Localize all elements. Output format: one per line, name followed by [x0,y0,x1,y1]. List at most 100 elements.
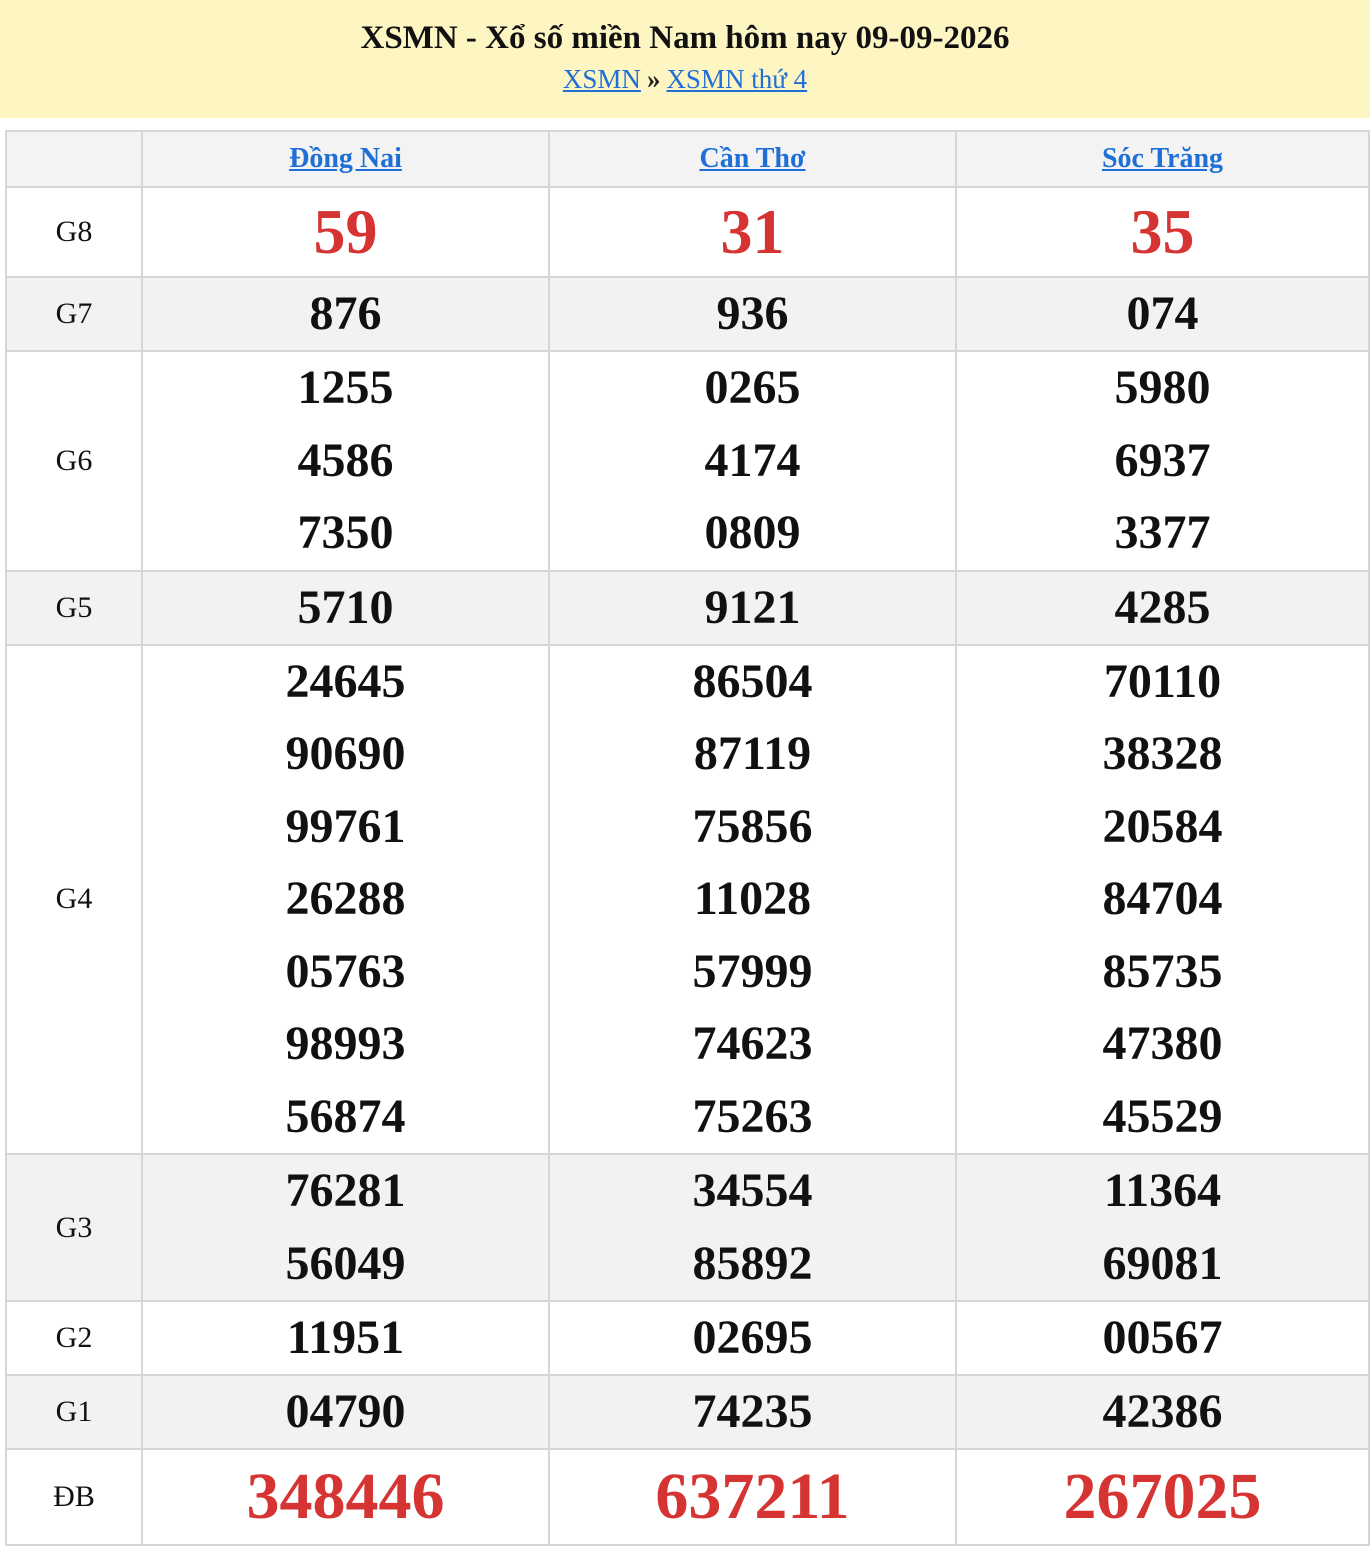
prize-number: 47380 [1102,1017,1223,1070]
prize-label: G4 [5,643,143,1155]
prize-number: 45529 [1102,1089,1223,1143]
province-link-can-tho[interactable]: Cần Thơ [699,143,805,174]
prize-number: 75263 [692,1089,813,1143]
breadcrumb-link-xsmn[interactable]: XSMN [563,64,641,94]
prize-label: G7 [5,276,143,352]
prize-number: 4285 [1114,580,1211,634]
province-header: Đồng Nai [141,130,550,188]
prize-number: 267025 [1063,1460,1262,1533]
prize-label: G3 [5,1153,143,1302]
prize-label: ĐB [5,1448,143,1546]
prize-label: G8 [5,186,143,278]
prize-number: 56049 [285,1236,406,1290]
prize-number: 24645 [285,654,406,708]
prize-cell: 348446 [141,1448,550,1546]
prize-number: 90690 [285,727,406,780]
prize-number: 00567 [1102,1311,1223,1364]
prize-number: 99761 [285,799,406,853]
prize-cell: 31 [548,186,957,278]
province-header: Cần Thơ [548,130,957,188]
prize-cell: 4285 [955,569,1370,646]
prize-number: 57999 [692,944,813,998]
breadcrumb-separator: » [646,64,661,94]
prize-number: 637211 [655,1460,850,1533]
prize-number: 11028 [693,872,812,925]
prize-number: 20584 [1102,799,1223,853]
prize-number: 11364 [1103,1164,1222,1217]
prize-cell: 04790 [141,1374,550,1450]
prize-cell: 5710 [141,569,550,646]
prize-number: 42386 [1102,1385,1223,1438]
prize-cell: 86504 87119 75856 11028 57999 74623 75263 [548,643,957,1155]
prize-number: 02695 [692,1311,813,1364]
prize-number: 74623 [692,1017,813,1070]
prize-cell: 0265 4174 0809 [548,350,957,572]
prize-row-g8: G8 59 31 35 [5,186,1370,278]
prize-cell: 11364 69081 [955,1153,1370,1302]
prize-cell: 02695 [548,1300,957,1376]
prize-number: 5980 [1114,361,1211,414]
prize-row-g2: G2 11951 02695 00567 [5,1300,1370,1376]
prize-cell: 1255 4586 7350 [141,350,550,572]
prize-cell: 42386 [955,1374,1370,1450]
prize-number: 4174 [704,433,801,487]
prize-row-g5: G5 5710 9121 4285 [5,569,1370,646]
prize-label: G6 [5,350,143,572]
prize-row-g1: G1 04790 74235 42386 [5,1374,1370,1450]
prize-number: 84704 [1102,872,1223,925]
prize-row-gdb: ĐB 348446 637211 267025 [5,1448,1370,1546]
province-link-dong-nai[interactable]: Đồng Nai [289,143,402,174]
prize-cell: 24645 90690 99761 26288 05763 98993 56874 [141,643,550,1155]
prize-number: 0265 [704,361,801,414]
table-header-row: Đồng Nai Cần Thơ Sóc Trăng [5,130,1370,188]
prize-cell: 74235 [548,1374,957,1450]
prize-number: 34554 [692,1164,813,1217]
prize-label: G5 [5,569,143,646]
prize-number: 5710 [297,580,394,634]
breadcrumb: XSMN» XSMN thứ 4 [0,62,1370,96]
prize-number: 75856 [692,799,813,853]
prize-number: 74235 [692,1385,813,1438]
prize-row-g6: G6 1255 4586 7350 0265 4174 0809 5980 6937 3377 [5,350,1370,572]
province-header: Sóc Trăng [955,130,1370,188]
prize-cell: 59 [141,186,550,278]
prize-number: 3377 [1114,506,1211,559]
prize-cell: 11951 [141,1300,550,1376]
prize-number: 26288 [285,872,406,925]
prize-number: 56874 [285,1089,406,1143]
prize-cell: 00567 [955,1300,1370,1376]
prize-number: 69081 [1102,1236,1223,1290]
prize-cell: 936 [548,276,957,352]
results-table: Đồng Nai Cần Thơ Sóc Trăng G8 59 31 35 G7 876… [5,130,1370,1546]
prize-number: 9121 [704,580,801,634]
prize-cell: 35 [955,186,1370,278]
prize-cell: 074 [955,276,1370,352]
prize-cell: 267025 [955,1448,1370,1546]
prize-cell: 9121 [548,569,957,646]
prize-row-g4: G4 24645 90690 99761 26288 05763 98993 56874 865… [5,643,1370,1155]
prize-number: 85892 [692,1236,813,1290]
province-link-soc-trang[interactable]: Sóc Trăng [1102,143,1223,174]
prize-number: 70110 [1103,654,1222,708]
prize-label: G2 [5,1300,143,1376]
prize-number: 348446 [246,1460,445,1533]
breadcrumb-link-xsmn-thu-4[interactable]: XSMN thứ 4 [666,64,807,94]
prize-number: 05763 [285,944,406,998]
prize-number: 6937 [1114,433,1211,487]
page-header: XSMN - Xổ số miền Nam hôm nay 09-09-2026… [0,0,1370,118]
prize-number: 7350 [297,506,394,559]
prize-number: 876 [309,287,382,340]
prize-rows: G8 59 31 35 G7 876 936 074 G6 1255 4586 7350 0265 417… [5,186,1370,1546]
prize-number: 31 [720,196,785,267]
prize-cell: 70110 38328 20584 84704 85735 47380 45529 [955,643,1370,1155]
prize-cell: 76281 56049 [141,1153,550,1302]
prize-row-g7: G7 876 936 074 [5,276,1370,352]
prize-cell: 5980 6937 3377 [955,350,1370,572]
prize-number: 85735 [1102,944,1223,998]
prize-number: 11951 [286,1311,405,1364]
prize-number: 1255 [297,361,394,414]
prize-label: G1 [5,1374,143,1450]
prize-number: 35 [1130,196,1195,267]
prize-number: 98993 [285,1017,406,1070]
prize-number: 074 [1126,287,1199,340]
